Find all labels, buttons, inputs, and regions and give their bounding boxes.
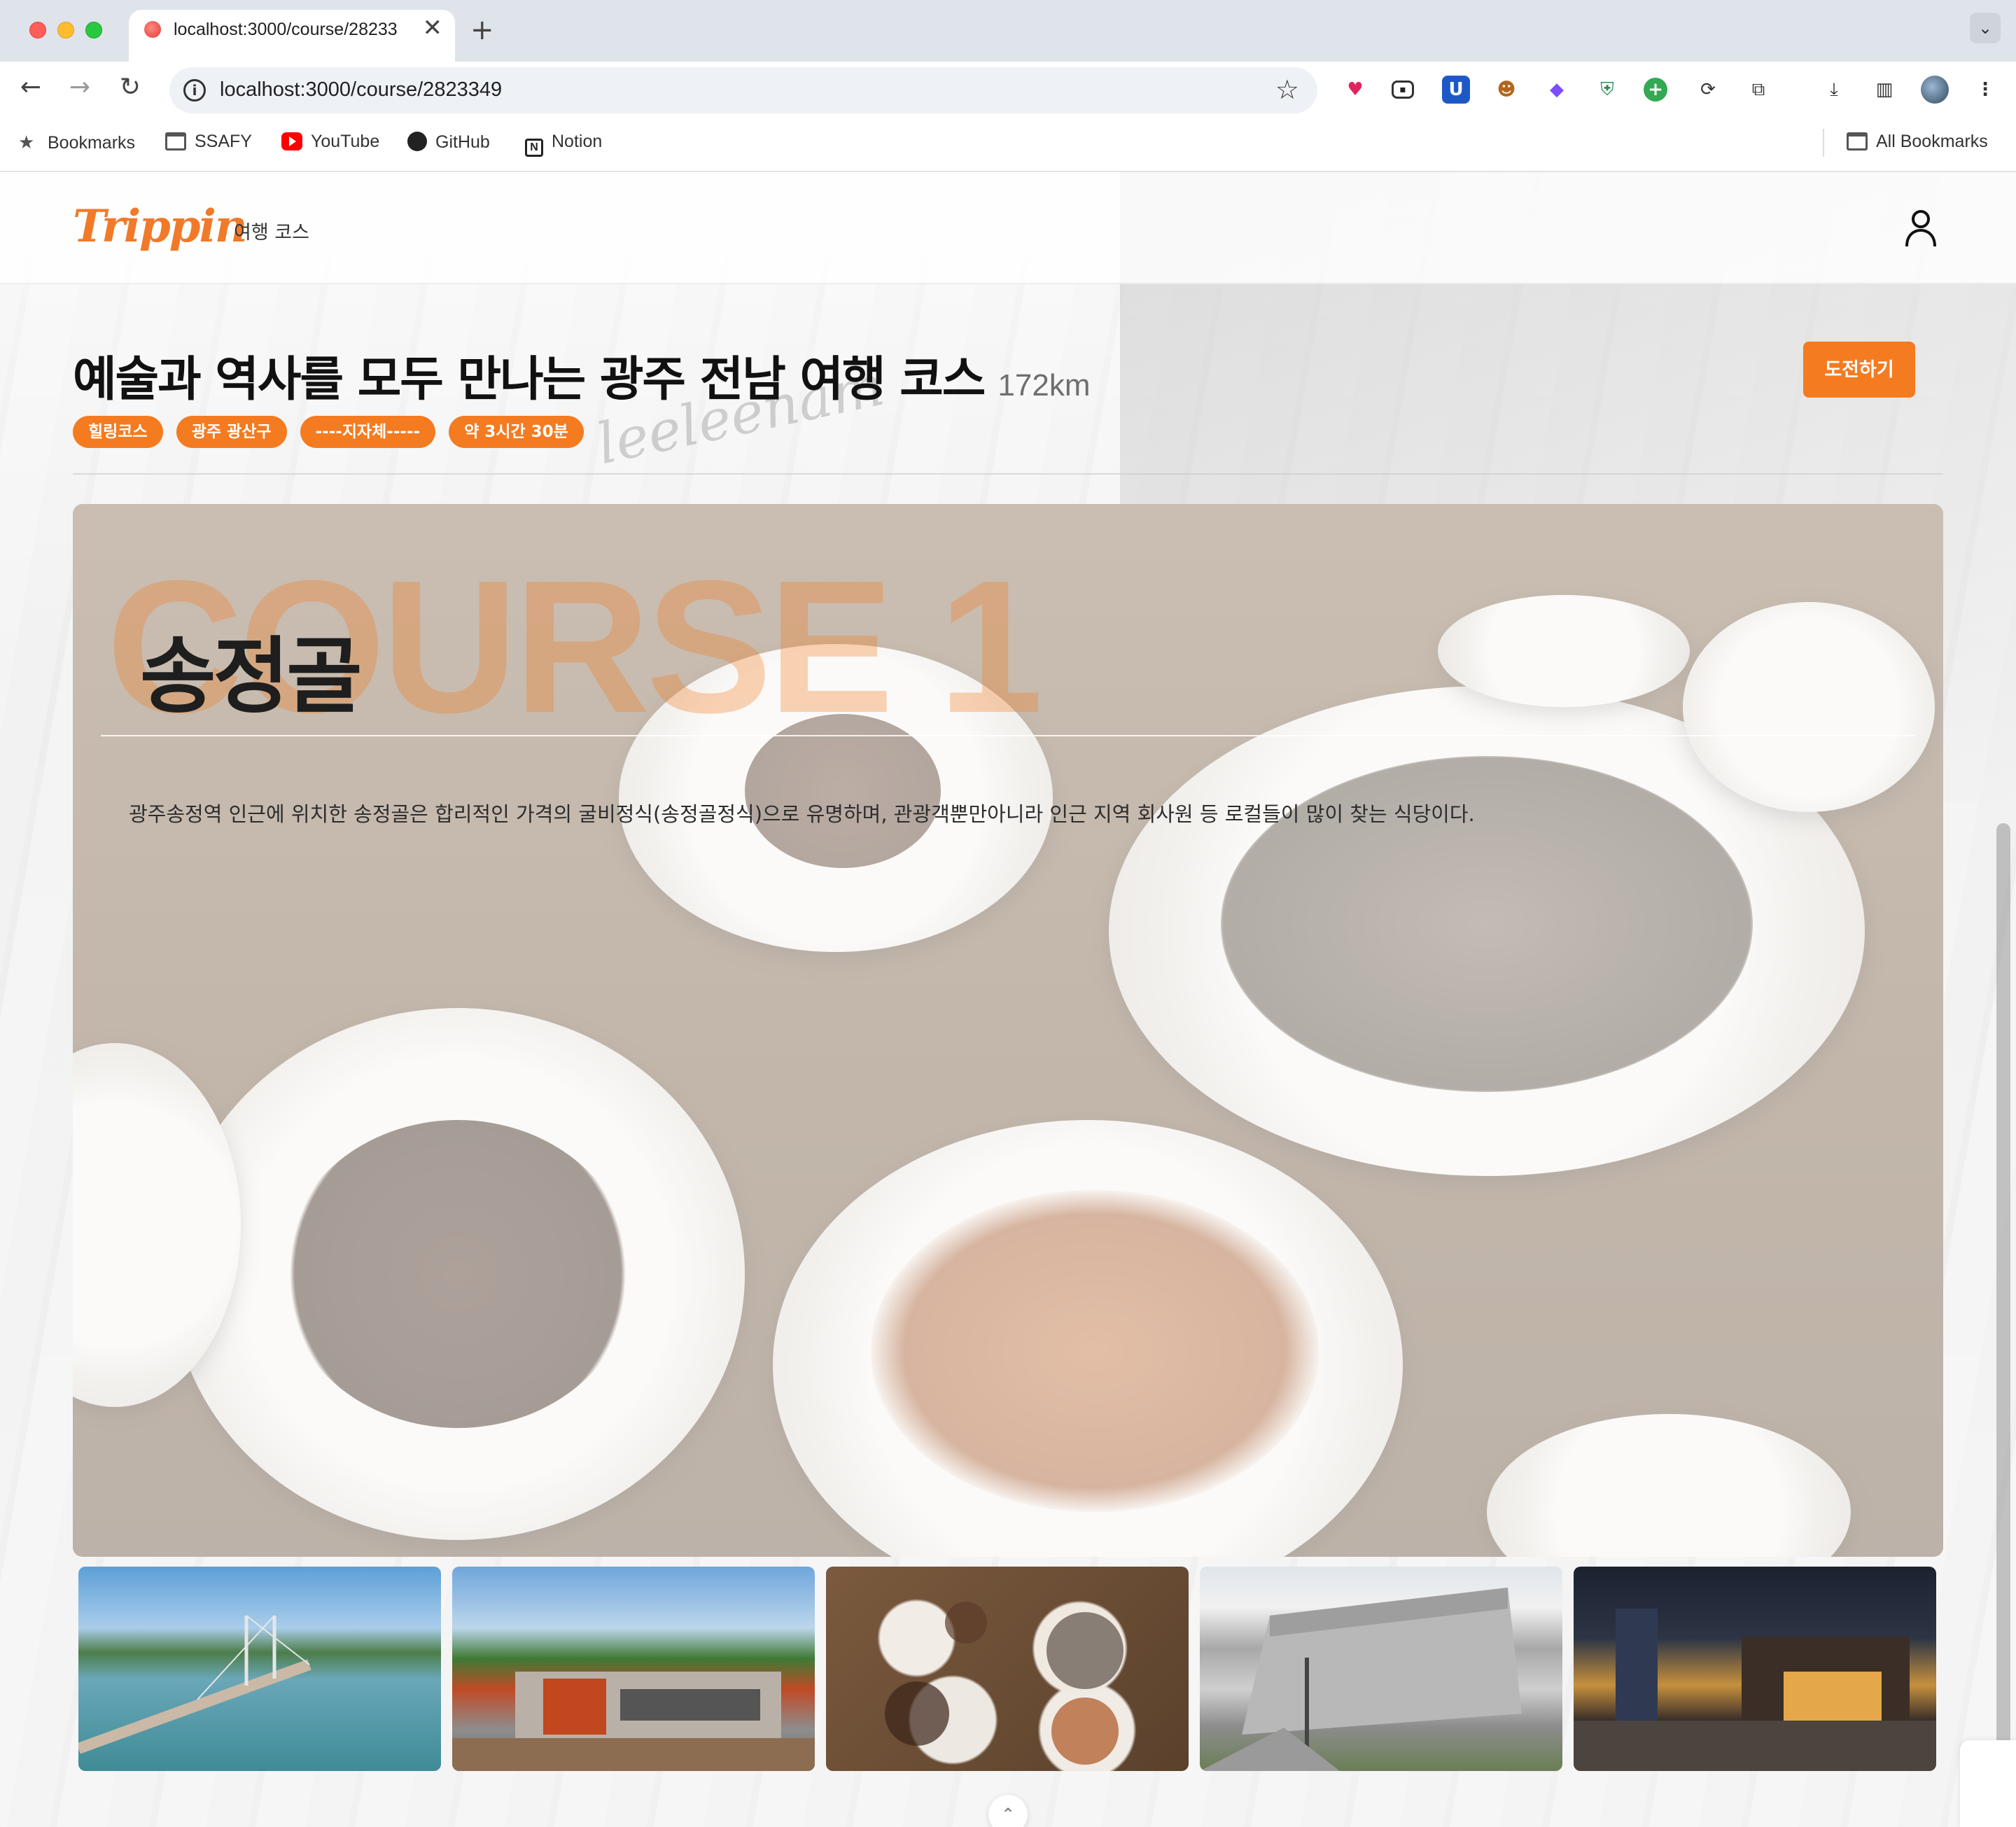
bookmark-star-icon[interactable]: ☆ (1275, 74, 1299, 105)
site-header: Trippin 여행 코스 (0, 172, 2016, 284)
thumbnail-3[interactable] (826, 1567, 1189, 1771)
page-scrollbar[interactable] (1996, 823, 2010, 1775)
tab-close-icon[interactable]: ✕ (423, 14, 443, 42)
course-thumbnails (78, 1567, 1938, 1771)
nav-travel-course[interactable]: 여행 코스 (234, 217, 309, 244)
thumbnail-1[interactable] (78, 1567, 441, 1771)
bridge-island-photo (78, 1615, 312, 1754)
shield-extension-icon[interactable]: ⛨ (1593, 76, 1621, 104)
night-street-photo (1574, 1609, 1936, 1771)
extensions-puzzle-icon[interactable]: ⧉ (1744, 76, 1772, 104)
folder-icon (165, 132, 186, 150)
close-window-button[interactable] (29, 22, 46, 38)
challenge-button[interactable]: 도전하기 (1803, 342, 1915, 398)
new-tab-button[interactable]: + (470, 14, 494, 46)
download-icon[interactable]: ⤓ (1820, 76, 1848, 104)
museum-building-photo (452, 1672, 815, 1771)
site-info-icon[interactable]: i (183, 79, 206, 102)
reload-icon[interactable]: ↻ (115, 73, 146, 102)
browser-tab[interactable]: localhost:3000/course/2823349 ✕ (129, 10, 455, 62)
pocket-icon[interactable]: ♥ (1341, 76, 1369, 104)
bookmarks-separator (1823, 129, 1824, 157)
page-viewport: leeleenam Trippin 여행 코스 예술과 역사를 모두 만나는 광… (0, 172, 2016, 1827)
header-divider (73, 473, 1943, 475)
thumbnail-2[interactable] (452, 1567, 815, 1771)
youtube-icon (281, 132, 302, 150)
sync-extension-icon[interactable]: ⟳ (1694, 76, 1722, 104)
diamond-extension-icon[interactable]: ◆ (1543, 76, 1571, 104)
maximize-window-button[interactable] (85, 22, 102, 38)
browser-toolbar: ← → ↻ i localhost:3000/course/2823349 ☆ … (0, 62, 2016, 119)
course-title-row: 예술과 역사를 모두 만나는 광주 전남 여행 코스 172km (73, 340, 1091, 407)
place-name: 송정골 (140, 628, 363, 724)
course-distance: 172km (997, 368, 1091, 402)
user-icon[interactable] (1904, 209, 1938, 248)
bookmark-ssafy[interactable]: SSAFY (165, 132, 252, 152)
address-url[interactable]: localhost:3000/course/2823349 (220, 78, 502, 102)
bookmark-github[interactable]: GitHub (407, 132, 490, 153)
course-hero-card: COURSE 1 송정골 광주송정역 인근에 위치한 송정골은 합리적인 가격의… (73, 504, 1943, 1557)
trippin-logo[interactable]: Trippin (73, 200, 247, 253)
github-icon (407, 132, 427, 151)
address-bar[interactable]: i localhost:3000/course/2823349 ☆ (169, 67, 1317, 113)
tag-municipality: ----지자체----- (300, 416, 436, 448)
bookmark-youtube[interactable]: YouTube (281, 132, 379, 152)
hero-divider (101, 735, 1915, 736)
thumbnail-4[interactable] (1200, 1567, 1562, 1771)
minimize-window-button[interactable] (57, 22, 74, 38)
bookmark-notion[interactable]: N Notion (525, 132, 602, 157)
profile-avatar[interactable] (1921, 76, 1949, 104)
thumbnail-5[interactable] (1574, 1567, 1936, 1771)
picture-in-picture-icon[interactable]: ▪ (1392, 80, 1414, 99)
all-bookmarks-button[interactable]: All Bookmarks (1847, 132, 1988, 152)
course-tags: 힐링코스 광주 광산구 ----지자체----- 약 3시간 30분 (73, 416, 594, 448)
browser-menu-icon[interactable]: ⋮ (1971, 76, 1999, 104)
face-extension-icon[interactable]: ☻ (1492, 76, 1520, 104)
course-title: 예술과 역사를 모두 만나는 광주 전남 여행 코스 (73, 352, 986, 407)
plus-extension-icon[interactable]: + (1644, 78, 1667, 102)
tag-course-type: 힐링코스 (73, 416, 163, 448)
restaurant-food-photo (885, 1602, 1124, 1765)
tab-title: localhost:3000/course/2823349 (174, 20, 398, 39)
folder-icon (1847, 132, 1868, 150)
side-panel-icon[interactable]: ▥ (1870, 76, 1898, 104)
browser-tab-strip: localhost:3000/course/2823349 ✕ + ⌄ (0, 0, 2016, 62)
floating-panel (1960, 1740, 2016, 1827)
tag-duration: 약 3시간 30분 (449, 416, 584, 448)
silver-building-photo (1200, 1588, 1522, 1771)
forward-arrow-icon[interactable]: → (64, 73, 95, 102)
back-arrow-icon[interactable]: ← (15, 73, 46, 102)
tab-search-button[interactable]: ⌄ (1970, 13, 2001, 43)
favicon-icon (144, 21, 161, 38)
notion-icon: N (525, 139, 543, 157)
tag-region: 광주 광산구 (176, 416, 287, 448)
bookmark-bookmarks[interactable]: ★ Bookmarks (18, 132, 135, 153)
bookmarks-bar: ★ Bookmarks SSAFY YouTube GitHub N Notion … (0, 119, 2016, 172)
bitwarden-icon[interactable]: U (1442, 76, 1470, 104)
star-icon: ★ (18, 132, 35, 153)
place-description: 광주송정역 인근에 위치한 송정골은 합리적인 가격의 굴비정식(송정골정식)으… (129, 802, 1475, 826)
